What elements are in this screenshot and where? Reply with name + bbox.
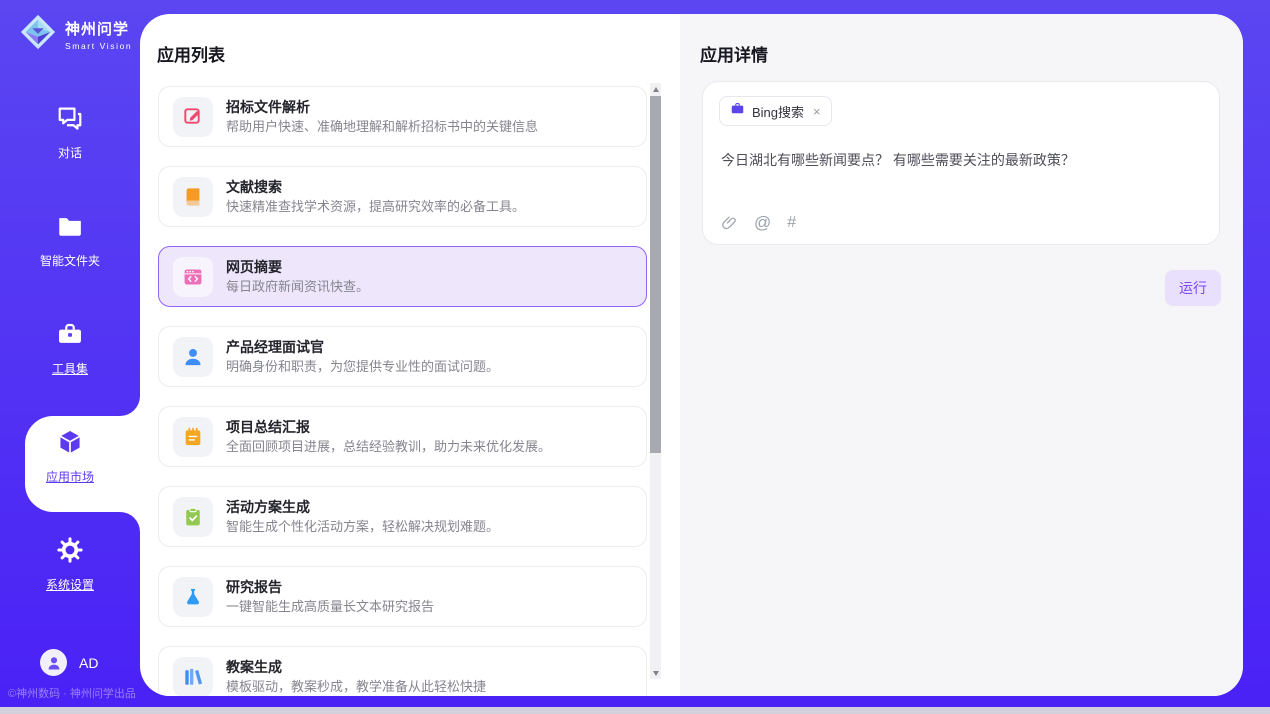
brand-title: 神州问学: [65, 18, 132, 39]
app-list-item-1[interactable]: 文献搜索快速精准查找学术资源，提高研究效率的必备工具。: [158, 166, 647, 227]
folder-icon: [56, 212, 84, 245]
chat-icon: [56, 104, 84, 137]
main-panel: 应用列表 招标文件解析帮助用户快速、准确地理解和解析招标书中的关键信息文献搜索快…: [140, 14, 1243, 696]
app-item-title: 项目总结汇报: [226, 420, 551, 434]
close-icon[interactable]: ×: [813, 104, 821, 119]
sidebar-item-label: 工具集: [52, 360, 88, 377]
app-list-item-5[interactable]: 活动方案生成智能生成个性化活动方案，轻松解决规划难题。: [158, 486, 647, 547]
tool-tag-bing-search[interactable]: Bing搜索 ×: [719, 96, 832, 126]
user-name: AD: [79, 655, 98, 671]
app-item-description: 帮助用户快速、准确地理解和解析招标书中的关键信息: [226, 120, 538, 133]
app-item-title: 网页摘要: [226, 260, 369, 274]
mention-icon[interactable]: @: [754, 214, 771, 231]
sidebar-item-0[interactable]: 对话: [0, 104, 140, 182]
app-list-item-0[interactable]: 招标文件解析帮助用户快速、准确地理解和解析招标书中的关键信息: [158, 86, 647, 147]
sidebar-item-3[interactable]: 应用市场: [0, 428, 140, 506]
app-item-description: 明确身份和职责，为您提供专业性的面试问题。: [226, 360, 499, 373]
brand: 神州问学 Smart Vision: [19, 13, 132, 56]
app-list-title: 应用列表: [157, 41, 225, 66]
app-list-item-3[interactable]: 产品经理面试官明确身份和职责，为您提供专业性的面试问题。: [158, 326, 647, 387]
app-list-item-2[interactable]: 网页摘要每日政府新闻资讯快查。: [158, 246, 647, 307]
prompt-card: Bing搜索 × 今日湖北有哪些新闻要点？ 有哪些需要关注的最新政策？ @#: [702, 81, 1220, 245]
tool-tag-label: Bing搜索: [752, 102, 804, 121]
sidebar: 神州问学 Smart Vision 对话智能文件夹工具集应用市场系统设置 AD …: [0, 0, 140, 714]
app-item-title: 活动方案生成: [226, 500, 499, 514]
interviewer-icon: [173, 337, 213, 377]
sidebar-item-label: 系统设置: [46, 576, 94, 593]
app-list: 招标文件解析帮助用户快速、准确地理解和解析招标书中的关键信息文献搜索快速精准查找…: [158, 86, 647, 696]
app-list-panel: 应用列表 招标文件解析帮助用户快速、准确地理解和解析招标书中的关键信息文献搜索快…: [140, 14, 680, 696]
app-detail-title: 应用详情: [700, 41, 768, 66]
sidebar-item-1[interactable]: 智能文件夹: [0, 212, 140, 290]
edit-document-icon: [173, 97, 213, 137]
bottom-edge-strip: [0, 707, 1270, 714]
scrollbar-track[interactable]: [650, 83, 661, 679]
sidebar-item-label: 应用市场: [46, 468, 94, 485]
app-list-item-7[interactable]: 教案生成模板驱动，教案秒成，教学准备从此轻松快捷: [158, 646, 647, 696]
app-item-description: 每日政府新闻资讯快查。: [226, 280, 369, 293]
app-list-item-6[interactable]: 研究报告一键智能生成高质量长文本研究报告: [158, 566, 647, 627]
sidebar-item-4[interactable]: 系统设置: [0, 536, 140, 614]
cube-icon: [56, 428, 84, 461]
sidebar-item-label: 智能文件夹: [40, 252, 100, 269]
scrollbar-down-arrow-icon[interactable]: [650, 667, 661, 679]
app-item-description: 全面回顾项目进展，总结经验教训，助力未来优化发展。: [226, 440, 551, 453]
toolbox-icon: [56, 320, 84, 353]
book-icon: [173, 177, 213, 217]
gear-icon: [56, 536, 84, 569]
app-item-title: 研究报告: [226, 580, 434, 594]
briefcase-icon: [730, 101, 745, 121]
books-icon: [173, 657, 213, 697]
sidebar-item-label: 对话: [58, 144, 82, 161]
app-item-description: 一键智能生成高质量长文本研究报告: [226, 600, 434, 613]
browser-code-icon: [173, 257, 213, 297]
report-note-icon: [173, 417, 213, 457]
app-item-title: 产品经理面试官: [226, 340, 499, 354]
scrollbar-up-arrow-icon[interactable]: [650, 83, 661, 95]
app-item-title: 教案生成: [226, 660, 486, 674]
app-item-description: 快速精准查找学术资源，提高研究效率的必备工具。: [226, 200, 525, 213]
app-item-title: 文献搜索: [226, 180, 525, 194]
gem-diamond-icon: [19, 13, 57, 56]
clipboard-check-icon: [173, 497, 213, 537]
user-account[interactable]: AD: [40, 649, 98, 676]
hash-icon[interactable]: #: [787, 215, 796, 231]
app-item-description: 智能生成个性化活动方案，轻松解决规划难题。: [226, 520, 499, 533]
query-text[interactable]: 今日湖北有哪些新闻要点？ 有哪些需要关注的最新政策？: [721, 150, 1201, 170]
attachment-toolbar: @#: [721, 214, 796, 231]
scrollbar-thumb[interactable]: [650, 96, 661, 453]
run-button[interactable]: 运行: [1165, 270, 1221, 306]
app-item-description: 模板驱动，教案秒成，教学准备从此轻松快捷: [226, 680, 486, 693]
research-icon: [173, 577, 213, 617]
tab-flare-bottom: [120, 512, 140, 532]
tab-flare-top: [120, 396, 140, 416]
app-detail-panel: 应用详情 Bing搜索 × 今日湖北有哪些新闻要点？ 有哪些需要关注的最新政策？…: [680, 14, 1243, 696]
paperclip-icon[interactable]: [721, 214, 738, 231]
copyright-text: ©神州数码 · 神州问学出品: [8, 685, 136, 701]
sidebar-item-2[interactable]: 工具集: [0, 320, 140, 398]
app-list-item-4[interactable]: 项目总结汇报全面回顾项目进展，总结经验教训，助力未来优化发展。: [158, 406, 647, 467]
avatar: [40, 649, 67, 676]
brand-subtitle: Smart Vision: [65, 41, 132, 51]
app-item-title: 招标文件解析: [226, 100, 538, 114]
